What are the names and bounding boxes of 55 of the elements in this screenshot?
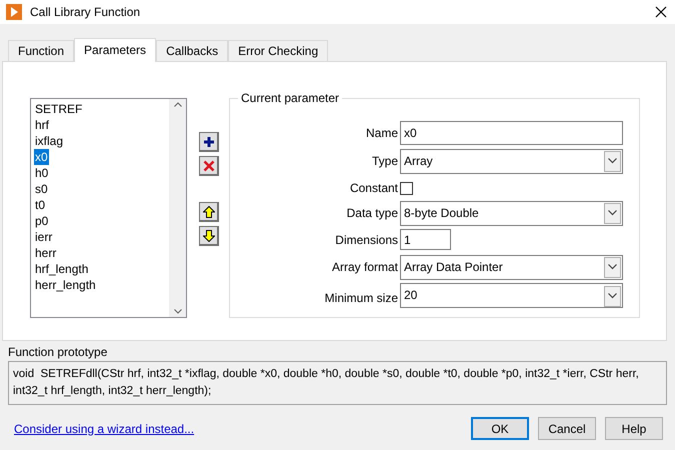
tab[interactable]: Parameters (74, 38, 156, 62)
cross-icon (202, 160, 214, 172)
caret-icon (608, 264, 617, 270)
dropdown[interactable]: 20 (400, 282, 623, 308)
field-label: Dimensions (334, 232, 399, 248)
list-item[interactable]: h0 (34, 165, 50, 181)
plus-icon (202, 136, 214, 148)
caret-icon (608, 158, 617, 164)
prototype-text: void SETREFdll(CStr hrf, int32_t *ixflag, double *x0, double *h0, double *s0, double *t0, double *p0, int32_t *ierr, CStr herr, int32_t hrf_length, int32_t herr_length); (8, 361, 667, 405)
field-label: Name (364, 125, 399, 142)
field-label: Array format (330, 259, 399, 276)
list-item[interactable]: herr_length (34, 277, 97, 293)
dropdown[interactable]: 8-byte Double (400, 200, 623, 226)
tab[interactable]: Callbacks (156, 40, 228, 61)
field-label: Type (370, 153, 399, 170)
caret-icon (608, 293, 617, 299)
close-icon[interactable] (655, 6, 667, 18)
scrollbar[interactable] (169, 99, 186, 317)
dimensions-field[interactable]: 1 (400, 229, 451, 250)
arrow-up-icon (202, 206, 214, 218)
dialog-button[interactable]: OK (471, 417, 529, 440)
scroll-up-icon[interactable] (174, 102, 182, 107)
window-title: Call Library Function (30, 4, 142, 21)
move-up-button[interactable] (199, 202, 219, 222)
list-item[interactable]: s0 (34, 181, 49, 197)
dialog-button[interactable]: Cancel (538, 417, 596, 440)
list-item[interactable]: t0 (34, 197, 46, 213)
list-item[interactable]: hrf (34, 117, 50, 133)
wizard-link[interactable]: Consider using a wizard instead... (8, 420, 471, 438)
field-label: Data type (346, 205, 399, 222)
group-title: Current parameter (238, 91, 342, 105)
list-item[interactable]: p0 (34, 213, 50, 229)
delete-button[interactable] (199, 156, 219, 176)
list-item[interactable]: ixflag (34, 133, 64, 149)
dropdown[interactable]: Array Data Pointer (400, 254, 623, 280)
add-button[interactable] (199, 132, 219, 152)
field-label: Minimum size (324, 290, 399, 307)
caret-icon (608, 210, 617, 216)
list-item[interactable]: x0 (34, 149, 49, 165)
move-down-button[interactable] (199, 226, 219, 246)
checkbox[interactable] (400, 182, 413, 194)
arrow-down-icon (202, 230, 214, 242)
name-field[interactable]: x0 (400, 121, 623, 145)
tab[interactable]: Error Checking (228, 40, 328, 61)
app-icon (6, 4, 22, 20)
field-label: Constant (348, 180, 399, 197)
dropdown[interactable]: Array (400, 148, 623, 174)
section-label: Function prototype (8, 344, 108, 360)
list-item[interactable]: hrf_length (34, 261, 90, 277)
list-item[interactable]: SETREF (34, 101, 84, 117)
list-item[interactable]: herr (34, 245, 58, 261)
tab[interactable]: Function (8, 40, 74, 61)
scroll-down-icon[interactable] (174, 309, 182, 314)
list-item[interactable]: ierr (34, 229, 54, 245)
dialog-button[interactable]: Help (605, 417, 663, 440)
